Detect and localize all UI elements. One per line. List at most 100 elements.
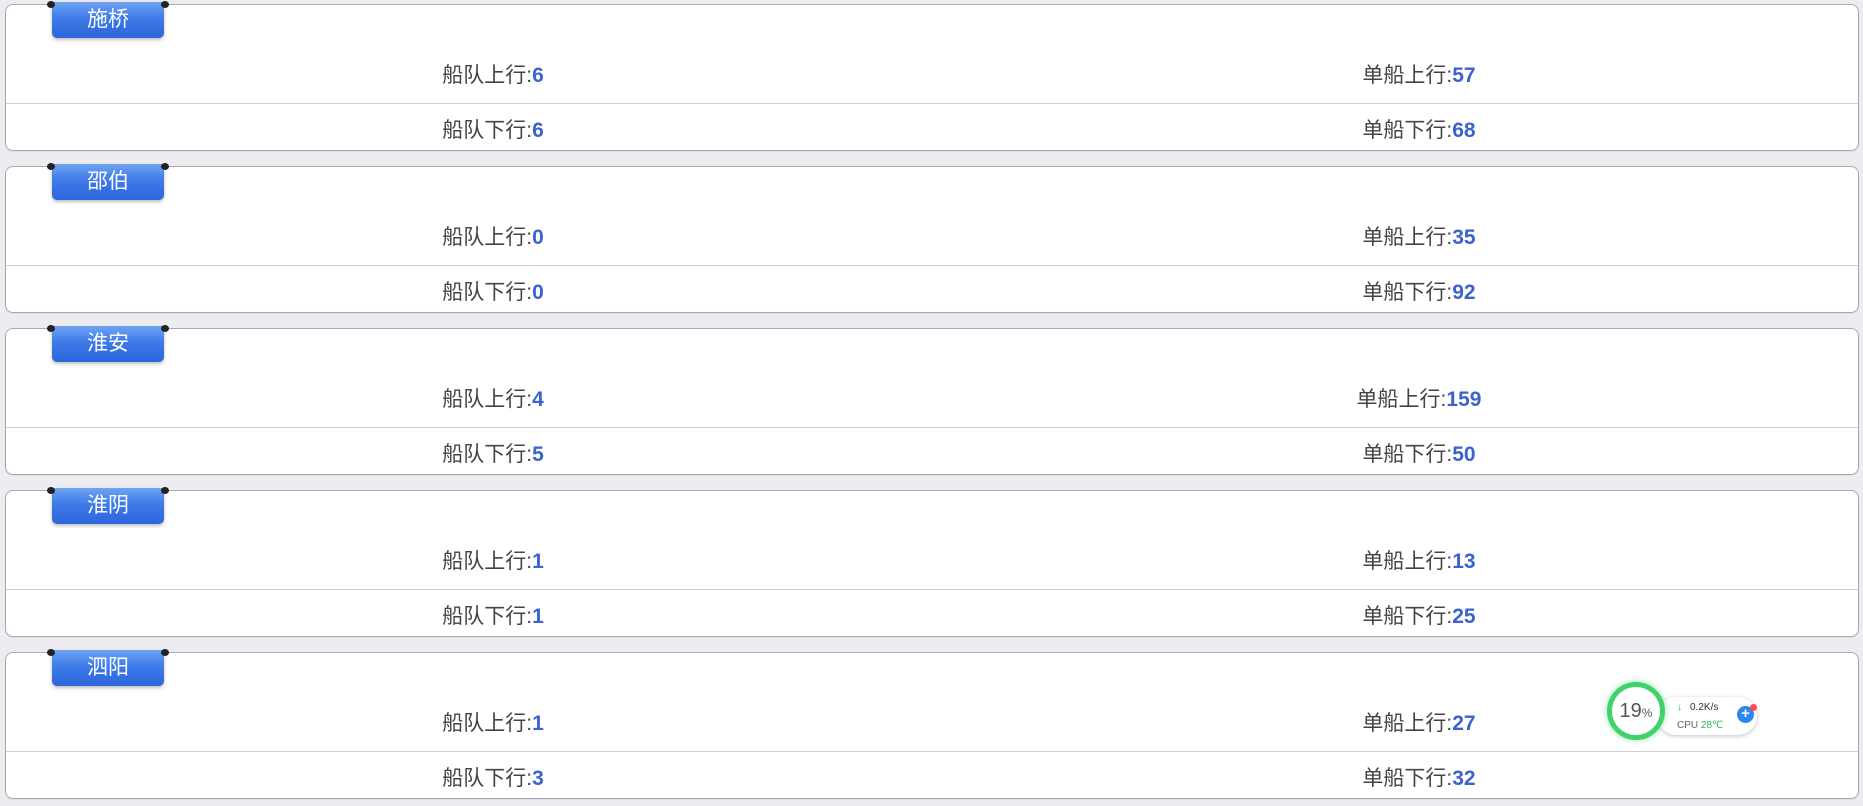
fleet-down: 船队下行:1 bbox=[442, 590, 544, 644]
fleet-down-value: 5 bbox=[532, 443, 544, 466]
fleet-down: 船队下行:5 bbox=[442, 428, 544, 482]
downstream-row: 船队下行:0 单船下行:92 bbox=[6, 266, 1858, 320]
fleet-down-label: 船队下行: bbox=[442, 767, 533, 790]
tab-ear-right bbox=[161, 649, 169, 656]
station-name: 施桥 bbox=[87, 8, 129, 31]
station-tab[interactable]: 淮安 bbox=[47, 325, 169, 362]
percent-sign: % bbox=[1641, 706, 1653, 720]
downstream-row: 船队下行:3 单船下行:32 bbox=[6, 752, 1858, 806]
net-speed-value: 0.2K/s bbox=[1690, 702, 1719, 713]
single-up-label: 单船上行: bbox=[1362, 226, 1453, 249]
upstream-row: 船队上行:0 单船上行:35 bbox=[6, 211, 1858, 266]
tab-ear-left bbox=[47, 325, 55, 332]
download-arrow-icon: ↓ bbox=[1677, 702, 1682, 713]
cpu-temperature: CPU 28℃ bbox=[1677, 720, 1723, 731]
fleet-up: 船队上行:6 bbox=[442, 49, 544, 103]
single-down-value: 32 bbox=[1452, 767, 1476, 790]
fleet-down-label: 船队下行: bbox=[442, 605, 533, 628]
single-up-label: 单船上行: bbox=[1362, 64, 1453, 87]
downstream-row: 船队下行:1 单船下行:25 bbox=[6, 590, 1858, 644]
single-up-value: 159 bbox=[1446, 388, 1482, 411]
station-tab[interactable]: 淮阴 bbox=[47, 487, 169, 524]
fleet-up-value: 4 bbox=[532, 388, 544, 411]
station-card-3: 淮阴 船队上行:1 单船上行:13 船队下行:1 单船下行:25 bbox=[5, 487, 1859, 637]
fleet-up: 船队上行:1 bbox=[442, 697, 544, 751]
fleet-down-value: 1 bbox=[532, 605, 544, 628]
single-up: 单船上行:35 bbox=[1362, 211, 1475, 265]
fleet-up-label: 船队上行: bbox=[442, 550, 533, 573]
single-down: 单船下行:32 bbox=[1362, 752, 1475, 806]
single-down-value: 25 bbox=[1452, 605, 1476, 628]
fleet-up-label: 船队上行: bbox=[442, 226, 533, 249]
cpu-label: CPU bbox=[1677, 720, 1699, 731]
station-name: 淮安 bbox=[87, 332, 129, 355]
single-down: 单船下行:25 bbox=[1362, 590, 1475, 644]
tab-ear-right bbox=[161, 1, 169, 8]
single-up-value: 35 bbox=[1452, 226, 1476, 249]
station-card-4: 泗阳 船队上行:1 单船上行:27 船队下行:3 单船下行:32 bbox=[5, 649, 1859, 799]
station-name: 泗阳 bbox=[87, 656, 129, 679]
cpu-usage-ring[interactable]: 19% bbox=[1607, 682, 1665, 740]
single-up-value: 27 bbox=[1452, 712, 1476, 735]
fleet-up: 船队上行:4 bbox=[442, 373, 544, 427]
tab-ear-right bbox=[161, 325, 169, 332]
fleet-up-label: 船队上行: bbox=[442, 64, 533, 87]
downstream-row: 船队下行:6 单船下行:68 bbox=[6, 104, 1858, 158]
fleet-down: 船队下行:6 bbox=[442, 104, 544, 158]
single-up: 单船上行:13 bbox=[1362, 535, 1475, 589]
tab-ear-left bbox=[47, 163, 55, 170]
single-down-label: 单船下行: bbox=[1362, 767, 1453, 790]
fleet-up-value: 0 bbox=[532, 226, 544, 249]
fleet-down: 船队下行:3 bbox=[442, 752, 544, 806]
station-card-2: 淮安 船队上行:4 单船上行:159 船队下行:5 单船下行:50 bbox=[5, 325, 1859, 475]
single-down-label: 单船下行: bbox=[1362, 605, 1453, 628]
station-name: 邵伯 bbox=[87, 170, 129, 193]
fleet-down-value: 6 bbox=[532, 119, 544, 142]
single-up-label: 单船上行: bbox=[1362, 712, 1453, 735]
fleet-up-label: 船队上行: bbox=[442, 388, 533, 411]
fleet-up-value: 6 bbox=[532, 64, 544, 87]
single-down-label: 单船下行: bbox=[1362, 119, 1453, 142]
single-down-label: 单船下行: bbox=[1362, 281, 1453, 304]
tab-ear-right bbox=[161, 487, 169, 494]
downstream-row: 船队下行:5 单船下行:50 bbox=[6, 428, 1858, 482]
cpu-percent: 19 bbox=[1619, 700, 1642, 722]
upstream-row: 船队上行:6 单船上行:57 bbox=[6, 49, 1858, 104]
single-down-value: 68 bbox=[1452, 119, 1476, 142]
station-name: 淮阴 bbox=[87, 494, 129, 517]
single-up: 单船上行:159 bbox=[1357, 373, 1482, 427]
cpu-monitor-widget[interactable]: 19% ↓ 0.2K/s CPU 28℃ + bbox=[1607, 680, 1757, 748]
fleet-down-label: 船队下行: bbox=[442, 443, 533, 466]
single-up-value: 13 bbox=[1452, 550, 1476, 573]
single-down-label: 单船下行: bbox=[1362, 443, 1453, 466]
temperature-value: 28℃ bbox=[1700, 720, 1724, 731]
net-speed: ↓ 0.2K/s bbox=[1677, 702, 1718, 713]
single-up: 单船上行:27 bbox=[1362, 697, 1475, 751]
tab-ear-left bbox=[47, 649, 55, 656]
station-card-0: 施桥 船队上行:6 单船上行:57 船队下行:6 单船下行:68 bbox=[5, 1, 1859, 151]
single-down: 单船下行:92 bbox=[1362, 266, 1475, 320]
tab-ear-left bbox=[47, 487, 55, 494]
fleet-down-label: 船队下行: bbox=[442, 119, 533, 142]
fleet-up-label: 船队上行: bbox=[442, 712, 533, 735]
single-up-label: 单船上行: bbox=[1356, 388, 1447, 411]
fleet-up-value: 1 bbox=[532, 550, 544, 573]
fleet-up-value: 1 bbox=[532, 712, 544, 735]
station-tab[interactable]: 泗阳 bbox=[47, 649, 169, 686]
single-up-value: 57 bbox=[1452, 64, 1476, 87]
tab-ear-left bbox=[47, 1, 55, 8]
station-tab[interactable]: 邵伯 bbox=[47, 163, 169, 200]
upstream-row: 船队上行:1 单船上行:13 bbox=[6, 535, 1858, 590]
upstream-row: 船队上行:1 单船上行:27 bbox=[6, 697, 1858, 752]
single-up-label: 单船上行: bbox=[1362, 550, 1453, 573]
fleet-down-value: 0 bbox=[532, 281, 544, 304]
tab-ear-right bbox=[161, 163, 169, 170]
fleet-up: 船队上行:1 bbox=[442, 535, 544, 589]
station-tab[interactable]: 施桥 bbox=[47, 1, 169, 38]
fleet-down-label: 船队下行: bbox=[442, 281, 533, 304]
notification-dot bbox=[1750, 704, 1757, 711]
single-down-value: 92 bbox=[1452, 281, 1476, 304]
single-down: 单船下行:50 bbox=[1362, 428, 1475, 482]
single-down-value: 50 bbox=[1452, 443, 1476, 466]
single-up: 单船上行:57 bbox=[1362, 49, 1475, 103]
